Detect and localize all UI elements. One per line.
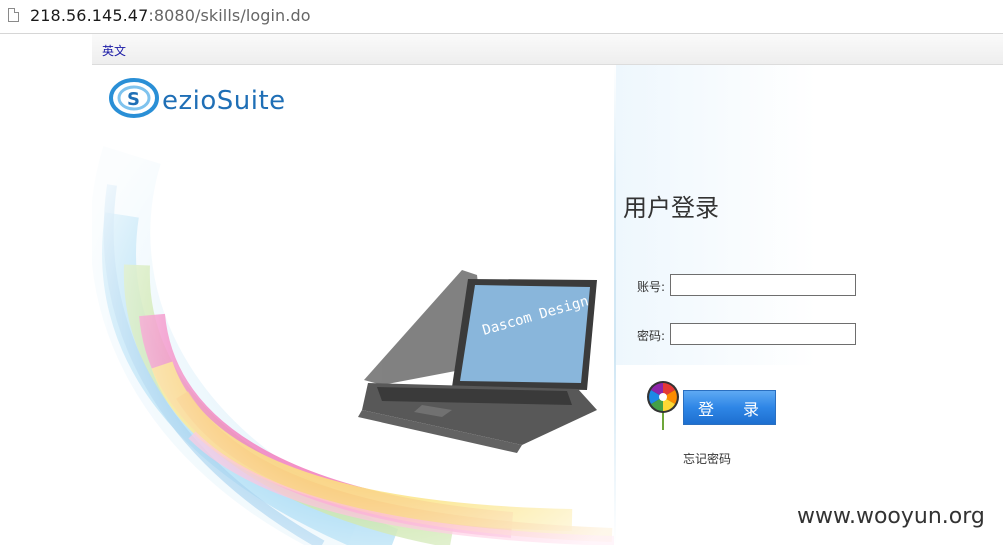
brand-logo-text: ezioSuite xyxy=(162,86,286,116)
forgot-password-link[interactable]: 忘记密码 xyxy=(683,450,731,467)
login-button[interactable]: 登 录 xyxy=(683,390,776,425)
url-text[interactable]: 218.56.145.47:8080/skills/login.do xyxy=(30,6,311,25)
watermark-text: www.wooyun.org xyxy=(797,504,985,529)
password-label: 密码: xyxy=(637,329,666,343)
account-input[interactable] xyxy=(670,274,856,296)
language-bar: 英文 xyxy=(92,34,1003,65)
svg-text:S: S xyxy=(127,89,140,110)
account-label: 账号: xyxy=(637,280,666,294)
language-english-link[interactable]: 英文 xyxy=(102,42,126,59)
url-host: 218.56.145.47 xyxy=(30,6,149,25)
color-wheel-icon xyxy=(647,381,679,430)
panel-divider xyxy=(614,65,616,545)
hero-banner: Dascom Design xyxy=(92,65,615,545)
page-icon xyxy=(8,8,19,22)
login-title: 用户登录 xyxy=(623,194,719,222)
address-bar[interactable]: 218.56.145.47:8080/skills/login.do xyxy=(0,0,1003,34)
password-input[interactable] xyxy=(670,323,856,345)
url-path: :8080/skills/login.do xyxy=(148,6,311,25)
rainbow-swirl-graphic: Dascom Design xyxy=(92,65,615,545)
